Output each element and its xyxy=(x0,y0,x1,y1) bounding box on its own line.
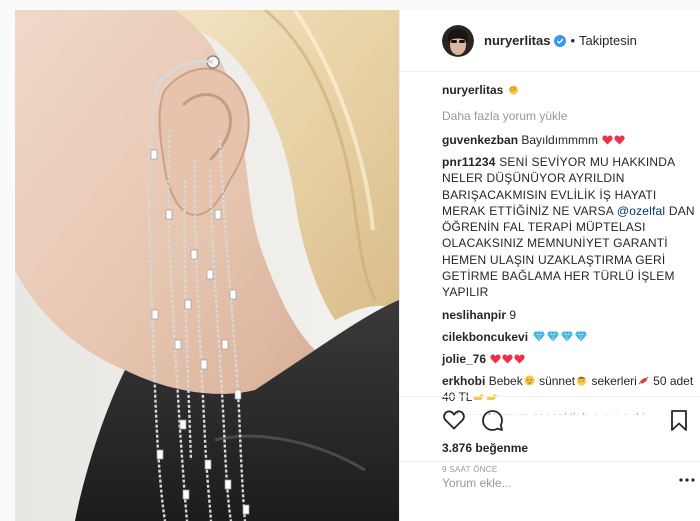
post-header: nuryerlitas • Takiptesin xyxy=(400,10,700,72)
comment-text: Bayıldımmmm xyxy=(521,133,599,147)
comment-username[interactable]: jolie_76 xyxy=(442,352,486,366)
like-button[interactable] xyxy=(442,408,466,432)
avatar-image xyxy=(442,24,474,57)
comment-username[interactable]: erkhobi xyxy=(442,374,485,388)
earring-photo-illustration xyxy=(15,10,399,521)
caption: nuryerlitas xyxy=(442,82,696,98)
boy-emoji-icon xyxy=(576,376,587,386)
comment-username[interactable]: pnr11234 xyxy=(442,155,496,169)
bookmark-icon xyxy=(671,409,687,431)
red-heart-emoji-icon xyxy=(514,354,525,364)
comment-item: cilekboncukevi xyxy=(442,329,696,345)
add-comment-section xyxy=(400,461,700,521)
red-heart-emoji-icon xyxy=(502,354,513,364)
candy-emoji-icon xyxy=(638,376,649,385)
red-heart-emoji-icon xyxy=(614,135,625,145)
post-window: nuryerlitas • Takiptesin nuryerlitas Dah… xyxy=(0,0,700,521)
comment-text: sünnet xyxy=(539,373,576,388)
comment-text: sekerleri xyxy=(591,373,637,388)
comment-text-continued: DAN ÖĞRENİN FAL TERAPİ MÜPTELASI OLACAKS… xyxy=(442,203,695,300)
action-row xyxy=(442,407,691,433)
comment-text: 9 xyxy=(509,307,517,322)
verified-badge-icon xyxy=(554,34,567,47)
mention-link[interactable]: @ozelfal xyxy=(617,204,665,218)
comment-list: nuryerlitas Daha fazla yorum yükle guven… xyxy=(442,74,696,415)
gem-emoji-icon xyxy=(547,331,560,342)
gem-emoji-icon xyxy=(533,331,546,342)
header-username[interactable]: nuryerlitas xyxy=(484,33,550,48)
comment-item: guvenkezban Bayıldımmmm xyxy=(442,132,696,148)
comment-item: pnr11234 SENİ SEVİYOR MU HAKKINDA NELER … xyxy=(442,154,696,301)
header-separator: • xyxy=(570,33,576,48)
red-heart-emoji-icon xyxy=(602,135,613,145)
like-count[interactable]: 3.876 beğenme xyxy=(442,441,691,455)
save-button[interactable] xyxy=(667,408,691,432)
gem-emoji-icon xyxy=(575,331,588,342)
gem-emoji-icon xyxy=(561,331,574,342)
comment-text: Bebek xyxy=(488,373,523,388)
comment-input[interactable] xyxy=(442,476,672,490)
comment-button[interactable] xyxy=(480,408,504,432)
comment-username[interactable]: neslihanpir xyxy=(442,308,506,322)
red-heart-emoji-icon xyxy=(490,354,501,364)
avatar[interactable] xyxy=(442,24,474,57)
more-options-icon[interactable] xyxy=(679,476,695,484)
following-button[interactable]: Takiptesin xyxy=(579,33,637,48)
post-photo[interactable] xyxy=(15,10,399,521)
load-more-comments-link[interactable]: Daha fazla yorum yükle xyxy=(442,108,696,124)
comment-item: neslihanpir 9 xyxy=(442,307,696,323)
comment-item: jolie_76 xyxy=(442,351,696,367)
caption-username[interactable]: nuryerlitas xyxy=(442,83,503,97)
speech-bubble-icon xyxy=(481,409,503,431)
baby-emoji-icon xyxy=(524,375,535,386)
heart-outline-icon xyxy=(443,410,465,430)
post-side-panel: nuryerlitas • Takiptesin nuryerlitas Dah… xyxy=(399,10,700,521)
comment-username[interactable]: guvenkezban xyxy=(442,133,518,147)
ok-hand-emoji-icon xyxy=(508,85,518,95)
comment-username[interactable]: cilekboncukevi xyxy=(442,330,528,344)
